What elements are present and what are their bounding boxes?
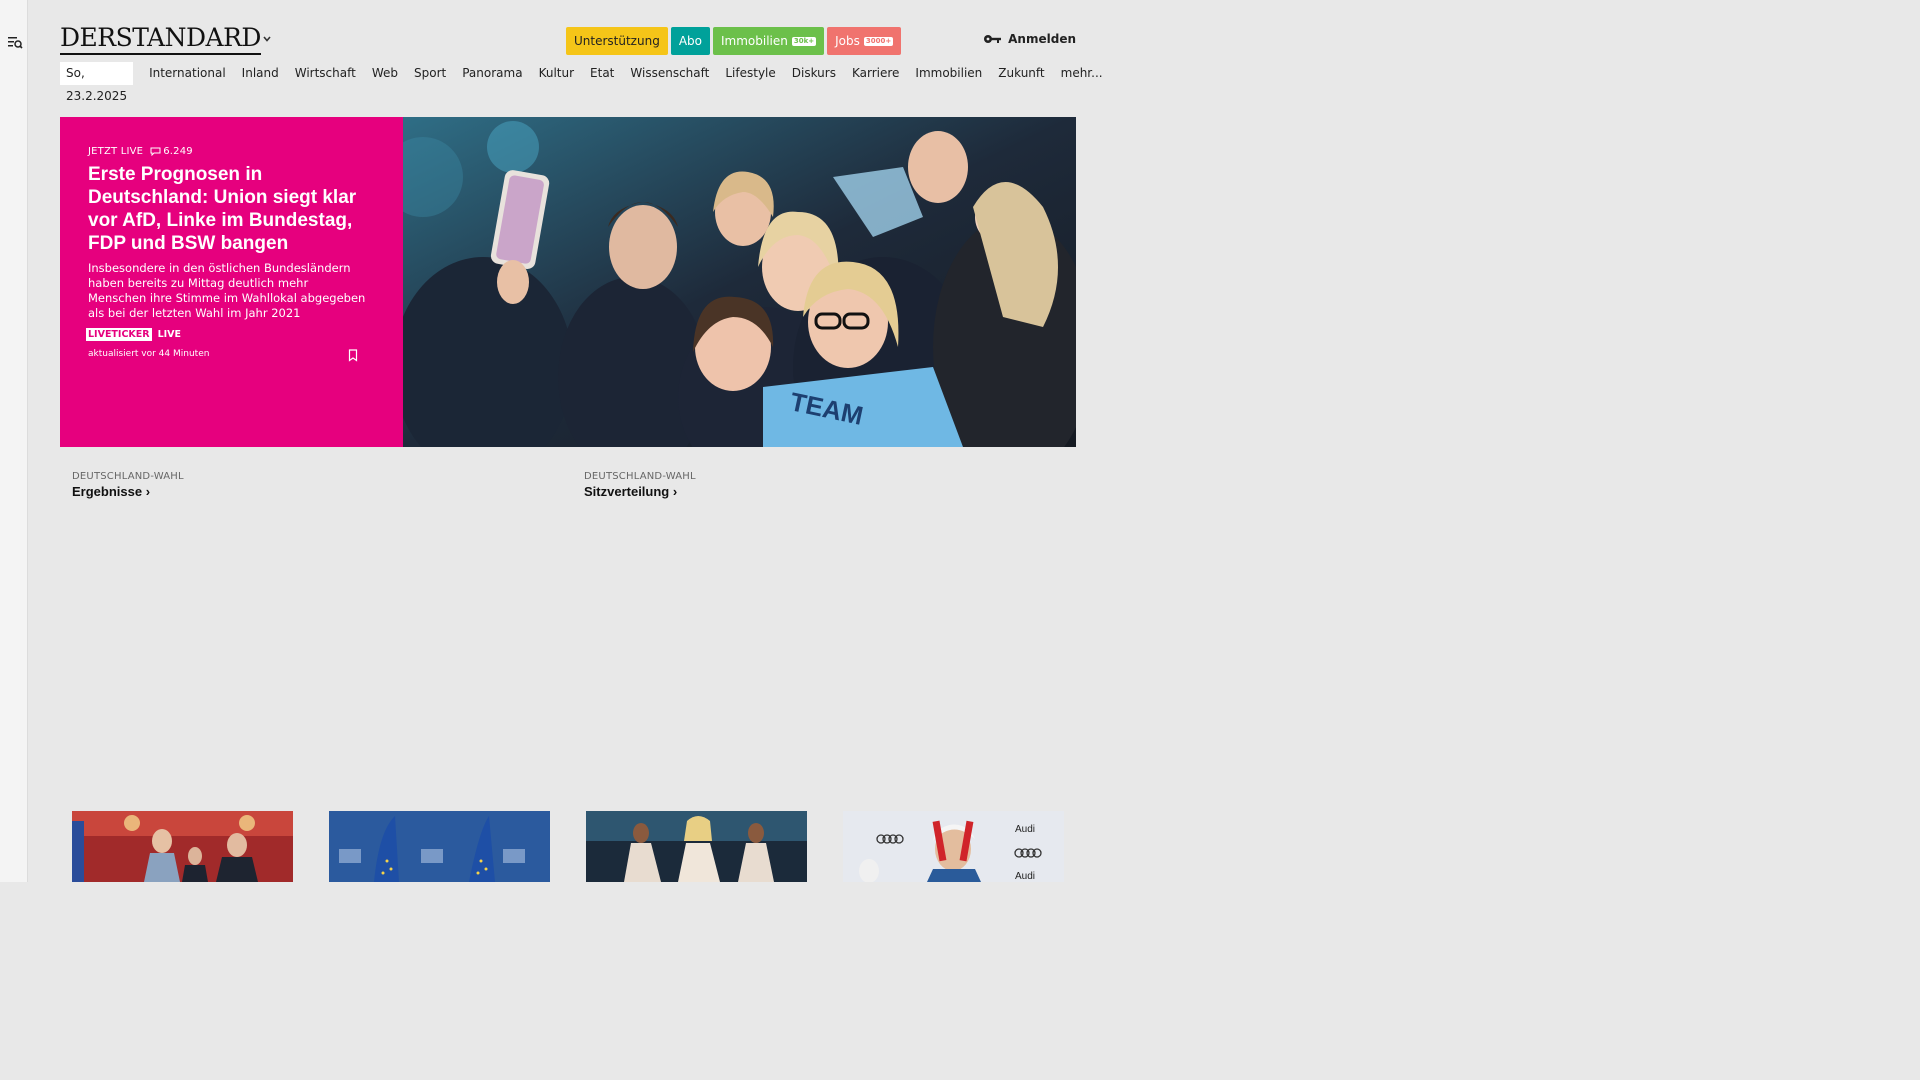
- nav-item-lifestyle[interactable]: Lifestyle: [717, 62, 783, 85]
- nav-item-kultur[interactable]: Kultur: [531, 62, 582, 85]
- jobs-badge: 3000+: [863, 36, 894, 46]
- comment-icon: [150, 147, 161, 156]
- sublink-kicker: DEUTSCHLAND-WAHL: [584, 471, 696, 482]
- seats-link[interactable]: Sitzverteilung ›: [584, 484, 696, 499]
- sublink-kicker: DEUTSCHLAND-WAHL: [72, 471, 184, 482]
- menu-search-icon[interactable]: [7, 34, 23, 50]
- live-kicker: JETZT LIVE: [88, 146, 144, 157]
- nav-item-sport[interactable]: Sport: [406, 62, 454, 85]
- hero-teaser[interactable]: JETZT LIVE 6.249 Erste Prognosen in Deut…: [60, 117, 1076, 447]
- immobilien-button[interactable]: Immobilien 30k+: [712, 27, 825, 55]
- login-label: Anmelden: [1008, 32, 1076, 46]
- site-logo[interactable]: DERSTANDARD: [60, 24, 261, 55]
- sponsor-text-2: Audi: [1015, 871, 1035, 882]
- main-nav: So, 23.2.2025 International Inland Wirts…: [60, 62, 1111, 103]
- crowd-selfie-image: TEAM: [403, 117, 1076, 447]
- nav-item-panorama[interactable]: Panorama: [454, 62, 530, 85]
- hero-lead: Insbesondere in den östlichen Bundesländ…: [88, 261, 366, 320]
- nav-item-web[interactable]: Web: [364, 62, 406, 85]
- nav-item-etat[interactable]: Etat: [582, 62, 622, 85]
- teaser-thumb-2[interactable]: [329, 811, 550, 882]
- left-rail: [0, 0, 28, 882]
- hero-kicker: JETZT LIVE 6.249: [88, 146, 193, 157]
- nav-item-inland[interactable]: Inland: [234, 62, 287, 85]
- sponsor-text-1: Audi: [1015, 824, 1035, 835]
- sublink-results[interactable]: DEUTSCHLAND-WAHL Ergebnisse ›: [72, 471, 184, 499]
- jobs-button[interactable]: Jobs 3000+: [827, 27, 902, 55]
- jobs-label: Jobs: [835, 34, 860, 48]
- abo-button[interactable]: Abo: [670, 27, 710, 55]
- ski-podium-image: Audi Audi: [843, 811, 1064, 882]
- updated-time: aktualisiert vor 44 Minuten: [88, 349, 210, 359]
- nav-item-karriere[interactable]: Karriere: [844, 62, 907, 85]
- login-button[interactable]: Anmelden: [983, 32, 1076, 46]
- abo-label: Abo: [678, 34, 702, 48]
- chevron-down-icon[interactable]: [262, 34, 272, 44]
- bookmark-icon[interactable]: [348, 349, 358, 362]
- politicians-image: [72, 811, 293, 882]
- eu-flags-image: [329, 811, 550, 882]
- sublink-seats[interactable]: DEUTSCHLAND-WAHL Sitzverteilung ›: [584, 471, 696, 499]
- key-icon: [984, 35, 1002, 43]
- teaser-thumb-4[interactable]: Audi Audi: [843, 811, 1064, 882]
- nav-item-more[interactable]: mehr...: [1053, 62, 1111, 85]
- hero-tags: LIVETICKER LIVE: [86, 328, 181, 341]
- nav-item-wirtschaft[interactable]: Wirtschaft: [287, 62, 364, 85]
- nav-item-wissenschaft[interactable]: Wissenschaft: [622, 62, 717, 85]
- live-tag: LIVE: [157, 329, 182, 340]
- hero-headline[interactable]: Erste Prognosen in Deutschland: Union si…: [88, 163, 378, 255]
- teaser-thumb-1[interactable]: [72, 811, 293, 882]
- immobilien-badge: 30k+: [791, 36, 817, 46]
- stage-performers-image: [586, 811, 807, 882]
- nav-item-immobilien[interactable]: Immobilien: [907, 62, 990, 85]
- nav-item-international[interactable]: International: [141, 62, 234, 85]
- teaser-thumb-3[interactable]: [586, 811, 807, 882]
- liveticker-tag: LIVETICKER: [86, 328, 152, 341]
- results-link[interactable]: Ergebnisse ›: [72, 484, 184, 499]
- date-display: So, 23.2.2025: [60, 62, 134, 103]
- nav-item-zukunft[interactable]: Zukunft: [990, 62, 1052, 85]
- hero-photo[interactable]: TEAM: [403, 117, 1076, 447]
- comment-count: 6.249: [163, 146, 193, 157]
- top-buttons: Unterstützung Abo Immobilien 30k+ Jobs 3…: [566, 27, 902, 55]
- hero-text-panel: JETZT LIVE 6.249 Erste Prognosen in Deut…: [60, 117, 403, 447]
- nav-item-diskurs[interactable]: Diskurs: [784, 62, 844, 85]
- support-label: Unterstützung: [574, 34, 660, 48]
- support-button[interactable]: Unterstützung: [566, 27, 668, 55]
- immobilien-label: Immobilien: [720, 34, 788, 48]
